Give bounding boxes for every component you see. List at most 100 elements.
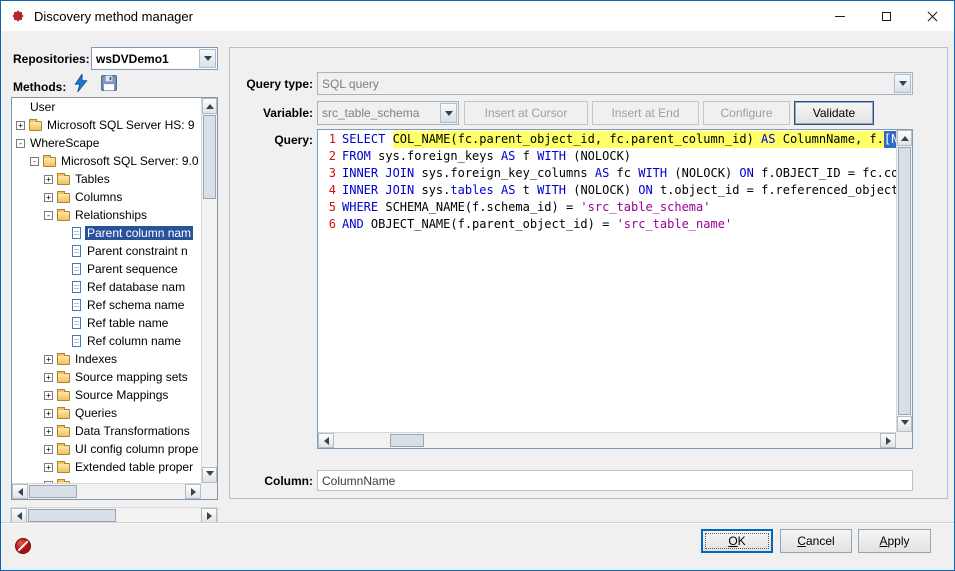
tree-item[interactable]: +Data Transformations — [12, 422, 201, 440]
scroll-left-button[interactable] — [318, 433, 334, 448]
configure-button[interactable]: Configure — [703, 101, 790, 125]
panel-hscroll-thumb[interactable] — [28, 509, 116, 522]
code-token: INNER JOIN — [342, 182, 421, 199]
expand-icon[interactable]: + — [44, 193, 53, 202]
cancel-button[interactable]: Cancel — [780, 529, 852, 553]
scroll-down-button[interactable] — [202, 467, 217, 483]
tree-horizontal-scrollbar[interactable] — [12, 483, 201, 499]
code-token: fc — [609, 165, 638, 182]
variable-dropdown-button[interactable] — [440, 103, 457, 123]
expand-icon[interactable]: + — [44, 355, 53, 364]
query-type-dropdown-button[interactable] — [894, 74, 911, 93]
tree-item-label: Source mapping sets — [73, 370, 190, 384]
expand-icon[interactable]: + — [44, 409, 53, 418]
editor-hscroll-thumb[interactable] — [390, 434, 424, 447]
scroll-right-button[interactable] — [185, 484, 201, 499]
tree-item[interactable]: -Relationships — [12, 206, 201, 224]
variable-combobox[interactable]: src_table_schema — [317, 101, 459, 125]
tree-item-label: Parent sequence — [85, 262, 180, 276]
tree-item[interactable]: +Source Mappings — [12, 386, 201, 404]
scroll-left-button[interactable] — [11, 508, 27, 523]
code-token: sys.foreign_key_columns — [421, 165, 594, 182]
save-icon[interactable] — [100, 74, 118, 92]
tree-item[interactable]: +Indexes — [12, 350, 201, 368]
code-token: WHERE — [342, 199, 378, 216]
editor-vscroll-thumb[interactable] — [898, 147, 911, 415]
scroll-left-button[interactable] — [12, 484, 28, 499]
tree-item[interactable]: - Microsoft SQL Server: 9.0 - — [12, 152, 201, 170]
code-token: f — [515, 148, 537, 165]
expand-icon[interactable]: + — [44, 445, 53, 454]
expand-icon[interactable]: + — [44, 427, 53, 436]
window-title: Discovery method manager — [34, 1, 193, 31]
tree-item[interactable]: -WhereScape — [12, 134, 201, 152]
arrow-up-icon — [901, 132, 909, 141]
collapse-icon[interactable]: - — [44, 211, 53, 220]
tree-item-label: Microsoft SQL Server: 9.0 - — [59, 154, 201, 168]
column-field[interactable]: ColumnName — [317, 470, 913, 491]
editor-horizontal-scrollbar[interactable] — [318, 432, 896, 448]
scroll-up-button[interactable] — [897, 130, 912, 146]
expand-icon[interactable]: + — [44, 175, 53, 184]
validate-button[interactable]: Validate — [794, 101, 874, 125]
apply-button[interactable]: Apply — [858, 529, 931, 553]
code-lines[interactable]: 1SELECT COL_NAME(fc.parent_object_id, fc… — [318, 130, 896, 432]
tree-item[interactable]: Ref database nam — [12, 278, 201, 296]
scroll-right-button[interactable] — [201, 508, 217, 523]
sql-query-editor[interactable]: 1SELECT COL_NAME(fc.parent_object_id, fc… — [317, 129, 913, 449]
expand-icon[interactable]: + — [44, 391, 53, 400]
tree-item[interactable]: +Microsoft SQL Server HS: 9 — [12, 116, 201, 134]
method-tree[interactable]: User+Microsoft SQL Server HS: 9-WhereSca… — [11, 97, 218, 500]
tree-vertical-scrollbar[interactable] — [201, 98, 217, 483]
tree-item[interactable]: + — [12, 476, 201, 483]
folder-icon — [57, 427, 70, 437]
folder-icon — [57, 445, 70, 455]
arrow-right-icon — [191, 488, 200, 496]
expander-spacer — [58, 247, 67, 256]
repository-combobox[interactable]: wsDVDemo1 — [91, 47, 218, 70]
folder-icon — [57, 211, 70, 221]
refresh-methods-icon[interactable] — [72, 74, 90, 92]
document-icon — [72, 227, 81, 239]
close-button[interactable] — [909, 1, 955, 31]
tree-vscroll-thumb[interactable] — [203, 115, 216, 199]
tree-item[interactable]: Ref column name — [12, 332, 201, 350]
tree-hscroll-thumb[interactable] — [29, 485, 77, 498]
insert-at-cursor-button[interactable]: Insert at Cursor — [464, 101, 588, 125]
scroll-down-button[interactable] — [897, 416, 912, 432]
expand-icon[interactable]: + — [44, 463, 53, 472]
tree-item[interactable]: User — [12, 98, 201, 116]
tree-item[interactable]: +Queries — [12, 404, 201, 422]
tree-item[interactable]: Ref schema name — [12, 296, 201, 314]
tree-item-label: Ref column name — [85, 334, 183, 348]
maximize-button[interactable] — [863, 1, 909, 31]
collapse-icon[interactable]: - — [30, 157, 39, 166]
minimize-button[interactable] — [817, 1, 863, 31]
scroll-up-button[interactable] — [202, 98, 217, 114]
scroll-right-button[interactable] — [880, 433, 896, 448]
chevron-down-icon — [899, 81, 907, 90]
tree-item[interactable]: Parent sequence — [12, 260, 201, 278]
expand-icon[interactable]: + — [44, 373, 53, 382]
query-type-combobox[interactable]: SQL query — [317, 72, 913, 95]
tree-item[interactable]: +UI config column prope — [12, 440, 201, 458]
collapse-icon[interactable]: - — [16, 139, 25, 148]
editor-vertical-scrollbar[interactable] — [896, 130, 912, 432]
tree-item[interactable]: Parent constraint n — [12, 242, 201, 260]
arrow-right-icon — [207, 512, 216, 520]
tree-item[interactable]: +Columns — [12, 188, 201, 206]
ok-button[interactable]: OK — [701, 529, 773, 553]
line-number: 4 — [318, 182, 336, 199]
tree-item[interactable]: +Extended table proper — [12, 458, 201, 476]
tree-item[interactable]: Parent column nam — [12, 224, 201, 242]
tree-item[interactable]: Ref table name — [12, 314, 201, 332]
expand-icon[interactable]: + — [16, 121, 25, 130]
insert-at-end-button[interactable]: Insert at End — [592, 101, 699, 125]
tree-item[interactable]: +Tables — [12, 170, 201, 188]
document-icon — [72, 245, 81, 257]
repository-value: wsDVDemo1 — [96, 48, 197, 69]
tree-item[interactable]: + Source mapping sets — [12, 368, 201, 386]
repository-dropdown-button[interactable] — [199, 49, 216, 68]
code-token: [NAME — [884, 131, 896, 148]
code-line: 2FROM sys.foreign_keys AS f WITH (NOLOCK… — [318, 148, 896, 165]
